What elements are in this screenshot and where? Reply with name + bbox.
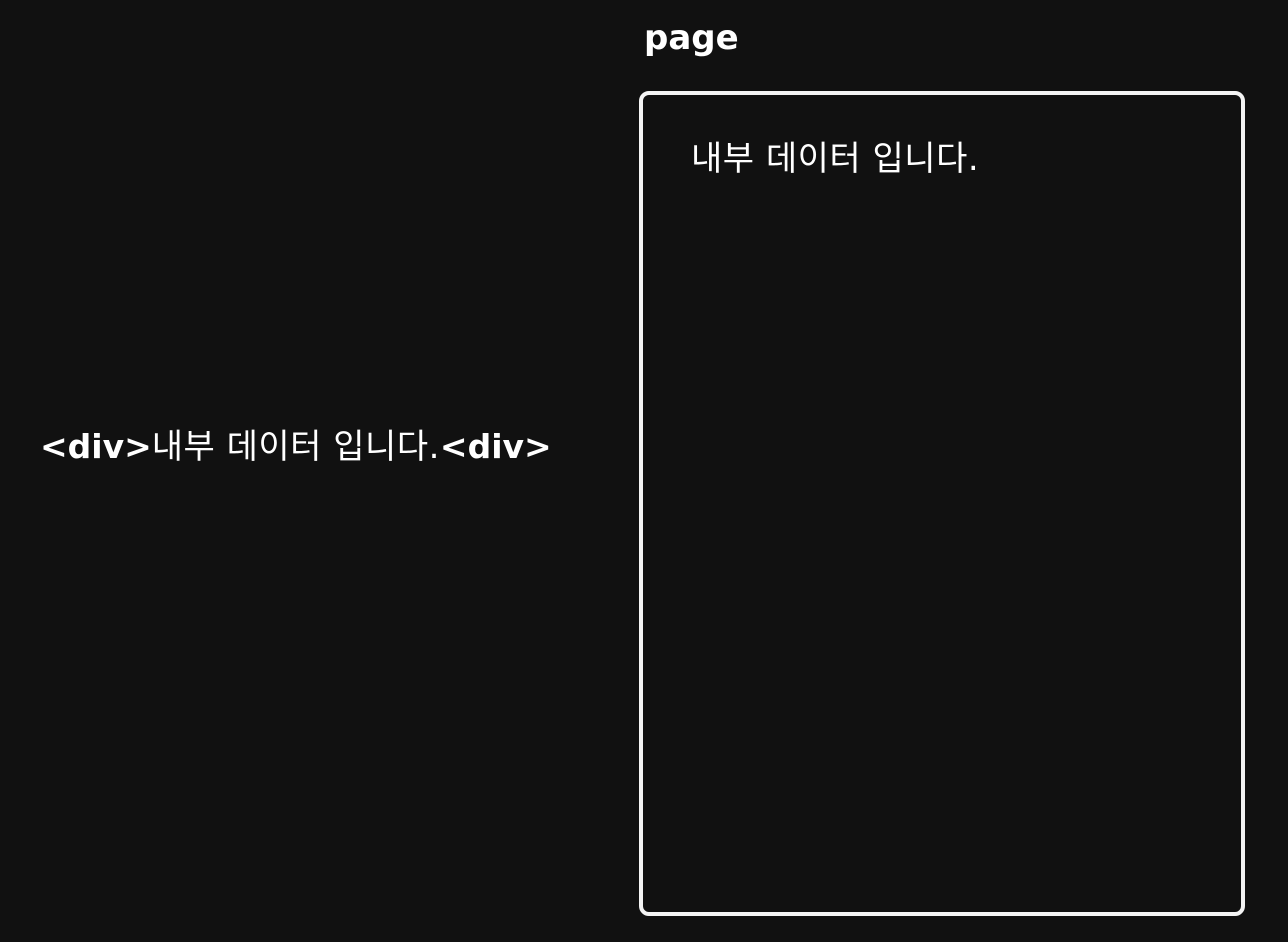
close-div-tag: <div> <box>439 427 552 466</box>
html-code-snippet: <div>내부 데이터 입니다.<div> <box>40 424 552 470</box>
page-rendered-text: 내부 데이터 입니다. <box>691 139 980 179</box>
code-text-content: 내부 데이터 입니다. <box>151 427 440 467</box>
open-div-tag: <div> <box>40 427 152 466</box>
page-label: page <box>644 18 739 58</box>
page-frame: 내부 데이터 입니다. <box>639 91 1245 916</box>
